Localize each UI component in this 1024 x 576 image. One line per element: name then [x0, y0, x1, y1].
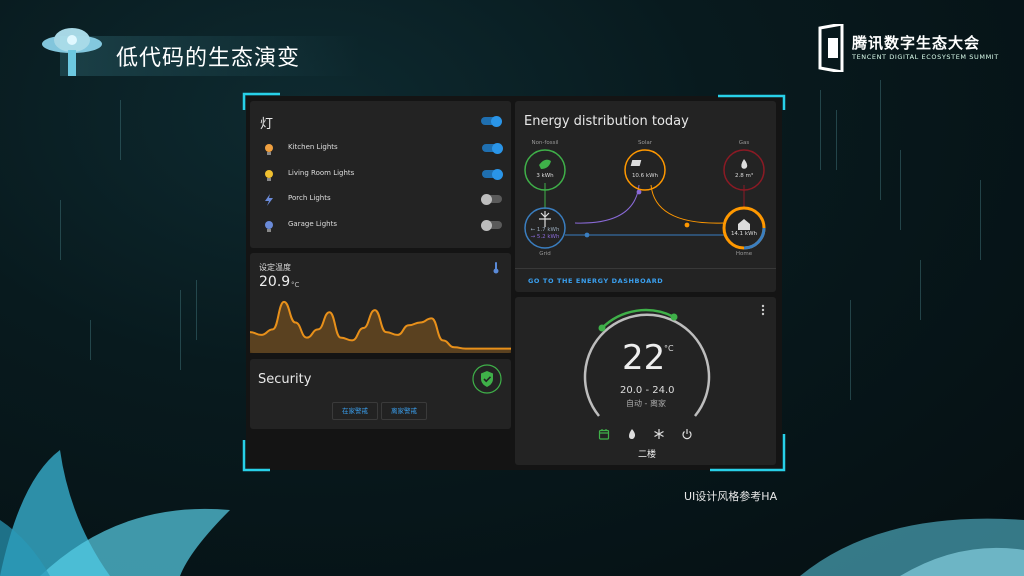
light-label: Living Room Lights: [288, 169, 355, 177]
energy-flow-diagram: [524, 149, 766, 250]
light-label: Porch Lights: [288, 194, 331, 202]
home-icon: [738, 219, 750, 230]
garage-lights-toggle[interactable]: [481, 219, 502, 231]
low-setpoint-handle: [598, 324, 606, 332]
light-row-porch: Porch Lights: [262, 191, 502, 209]
thermostat-unit: °C: [664, 344, 674, 353]
solar-panel-icon: [630, 160, 642, 166]
leaf-icon: [539, 159, 551, 169]
flame-icon[interactable]: [626, 428, 638, 440]
brand-name: 腾讯数字生态大会: [852, 34, 981, 52]
transmission-tower-icon: [539, 211, 551, 227]
light-row-garage: Garage Lights: [262, 217, 502, 235]
grid-value-in: ← 1.7 kWh: [530, 227, 560, 233]
slide-caption: UI设计风格参考HA: [684, 490, 778, 503]
home-value: 14.1 kWh: [730, 231, 758, 237]
temperature-value: 20.9: [259, 274, 291, 290]
solar-label: Solar: [637, 140, 653, 146]
solar-value: 10.6 kWh: [631, 173, 659, 179]
power-icon[interactable]: [681, 428, 693, 440]
gas-value: 2.8 m³: [734, 173, 754, 179]
temperature-sparkline: [250, 300, 511, 353]
lightning-icon: [265, 194, 273, 206]
flower-decoration: [0, 450, 230, 576]
thermostat-range: 20.0 - 24.0: [620, 385, 675, 396]
brand-subtitle: TENCENT DIGITAL ECOSYSTEM SUMMIT: [852, 53, 999, 61]
non-fossil-label: Non-fossil: [531, 140, 559, 146]
non-fossil-value: 3 kWh: [536, 173, 554, 179]
security-title: Security: [258, 372, 312, 387]
light-row-living-room: Living Room Lights: [262, 166, 503, 184]
light-label: Kitchen Lights: [288, 143, 338, 151]
bulb-icon: [265, 170, 273, 181]
bulb-icon: [265, 144, 273, 155]
thermostat-mode: 自动 - 离家: [626, 399, 666, 408]
bulb-icon: [265, 221, 273, 232]
gas-label: Gas: [738, 140, 750, 146]
light-label: Garage Lights: [288, 220, 337, 228]
snowflake-icon[interactable]: [653, 428, 665, 440]
light-row-kitchen: Kitchen Lights: [262, 140, 503, 158]
thermostat-name: 二楼: [638, 450, 657, 460]
living-room-lights-toggle[interactable]: [482, 168, 503, 180]
flame-icon: [741, 159, 748, 169]
shield-check-icon[interactable]: [472, 364, 502, 394]
flower-logo: [42, 28, 102, 76]
high-setpoint-handle: [670, 313, 678, 321]
lights-master-toggle[interactable]: [481, 115, 502, 127]
solar-node: [624, 149, 666, 191]
temperature-unit: °C: [291, 281, 300, 289]
energy-divider: [515, 268, 776, 269]
thermometer-icon: [493, 262, 499, 274]
slide-title: 低代码的生态演变: [116, 46, 301, 71]
home-label: Home: [735, 251, 753, 257]
more-vert-icon[interactable]: [758, 304, 768, 316]
arm-away-button[interactable]: 离家警戒: [381, 402, 427, 420]
lights-card-title: 灯: [260, 117, 274, 132]
grid-value-out: → 5.2 kWh: [530, 234, 560, 240]
energy-dashboard-link[interactable]: GO TO THE ENERGY DASHBOARD: [528, 277, 663, 285]
petal-decoration: [800, 518, 1024, 576]
grid-label: Grid: [539, 251, 551, 257]
thermostat-temperature: 22: [622, 338, 666, 378]
kitchen-lights-toggle[interactable]: [482, 142, 503, 154]
gas-node: [723, 149, 765, 191]
energy-title: Energy distribution today: [524, 114, 689, 129]
arm-home-button[interactable]: 在家警戒: [332, 402, 378, 420]
porch-lights-toggle[interactable]: [481, 193, 502, 205]
temperature-label: 设定温度: [259, 263, 291, 272]
calendar-auto-icon[interactable]: [598, 428, 610, 440]
brand-logo: [818, 24, 844, 72]
